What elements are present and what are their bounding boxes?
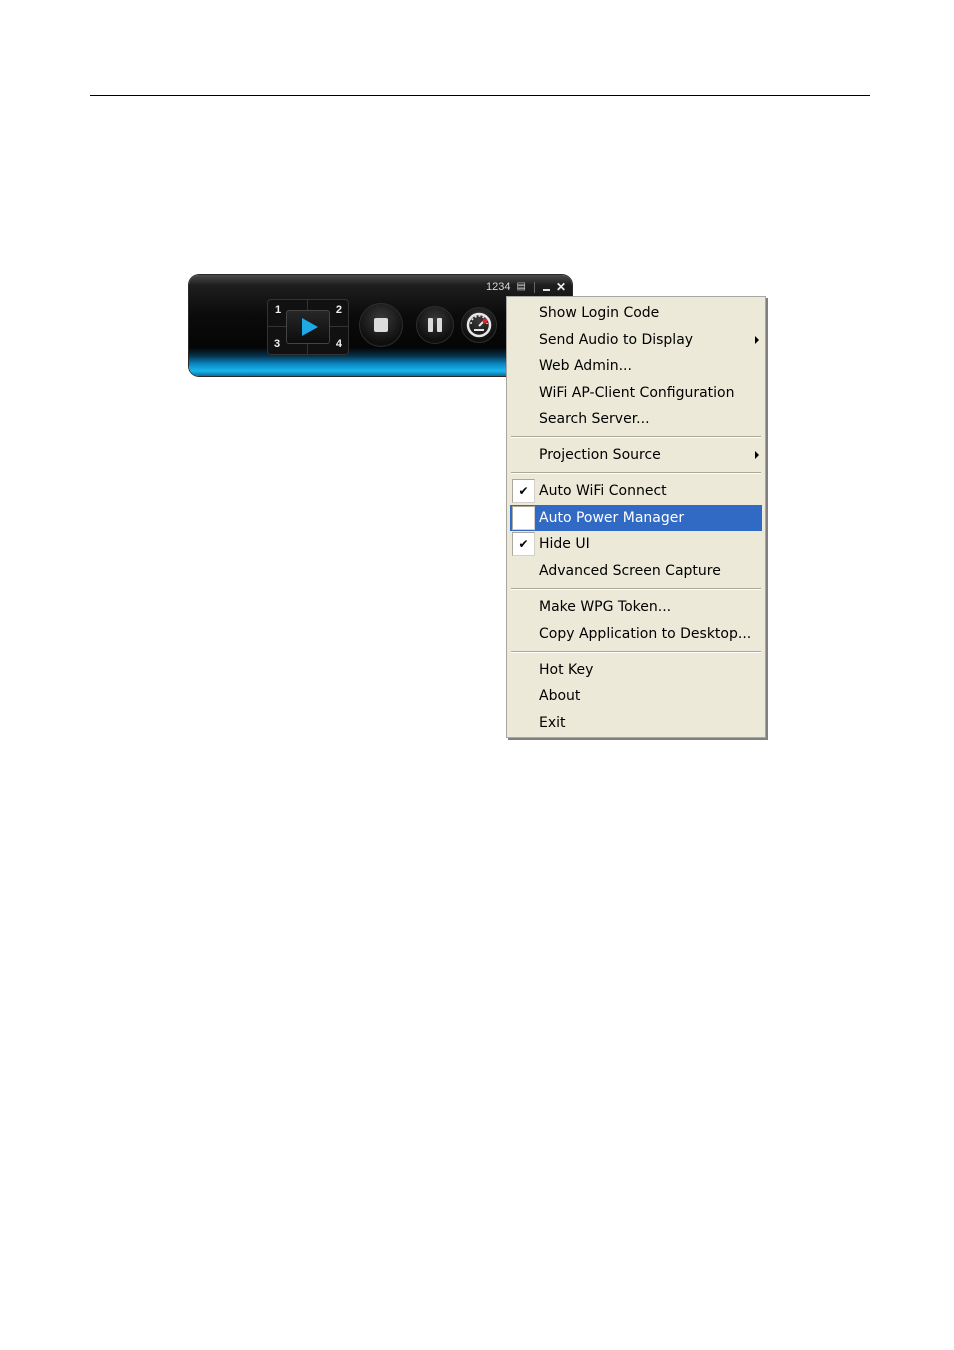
menu-item-search-server[interactable]: Search Server... [510,406,762,432]
quadrant-1-button[interactable]: 1 [275,304,281,316]
player-titlebar: 1234 ▤ ✕ [486,280,566,294]
layout-icon[interactable]: ▤ [516,281,525,293]
menu-item-label: Make WPG Token... [539,599,672,615]
menu-item-label: Auto Power Manager [539,510,685,526]
check-icon: ✔ [512,506,535,530]
quadrant-4-button[interactable]: 4 [336,338,342,350]
menu-item-label: Projection Source [539,447,661,463]
menu-item-label: WiFi AP-Client Configuration [539,385,735,401]
menu-item-label: Web Admin... [539,358,632,374]
quadrant-2-button[interactable]: 2 [336,304,342,316]
stop-button[interactable] [359,303,403,347]
context-menu: Show Login Code Send Audio to Display We… [506,296,766,738]
menu-item-show-login-code[interactable]: Show Login Code [510,300,762,326]
check-icon: ✔ [512,479,535,503]
menu-item-auto-power-manager[interactable]: ✔ Auto Power Manager [510,505,762,531]
menu-item-exit[interactable]: Exit [510,710,762,736]
menu-item-label: Send Audio to Display [539,332,694,348]
menu-separator [511,436,761,438]
menu-item-copy-application[interactable]: Copy Application to Desktop... [510,621,762,647]
pause-button[interactable] [416,306,454,344]
menu-item-label: Show Login Code [539,305,660,321]
menu-item-label: Advanced Screen Capture [539,563,721,579]
menu-item-advanced-screen-capture[interactable]: Advanced Screen Capture [510,558,762,584]
pause-icon [428,318,442,332]
minimize-icon[interactable] [542,289,550,291]
menu-item-label: Copy Application to Desktop... [539,626,752,642]
menu-item-wifi-ap-client[interactable]: WiFi AP-Client Configuration [510,380,762,406]
submenu-arrow-icon [755,451,759,459]
menu-item-label: Hot Key [539,662,594,678]
menu-item-label: Exit [539,715,566,731]
login-code-display: 1234 [486,281,511,293]
close-icon[interactable]: ✕ [556,280,566,294]
menu-separator [511,472,761,474]
menu-item-web-admin[interactable]: Web Admin... [510,353,762,379]
menu-item-auto-wifi-connect[interactable]: ✔ Auto WiFi Connect [510,478,762,504]
settings-button[interactable] [461,307,497,343]
menu-item-hot-key[interactable]: Hot Key [510,657,762,683]
stop-icon [374,318,388,332]
check-icon: ✔ [512,532,535,556]
page-header-rule [90,95,870,96]
menu-item-hide-ui[interactable]: ✔ Hide UI [510,531,762,557]
play-button[interactable] [286,310,330,344]
titlebar-divider [533,281,535,293]
submenu-arrow-icon [755,336,759,344]
menu-separator [511,651,761,653]
menu-item-projection-source[interactable]: Projection Source [510,442,762,468]
gauge-icon [466,312,492,338]
play-icon [301,318,318,336]
menu-item-label: Search Server... [539,411,650,427]
menu-item-make-wpg-token[interactable]: Make WPG Token... [510,594,762,620]
menu-separator [511,588,761,590]
menu-item-about[interactable]: About [510,683,762,709]
menu-item-label: Auto WiFi Connect [539,483,667,499]
menu-item-send-audio[interactable]: Send Audio to Display [510,327,762,353]
split-screen-selector: 1 2 3 4 [267,299,349,355]
menu-item-label: About [539,688,581,704]
quadrant-3-button[interactable]: 3 [274,338,280,350]
menu-item-label: Hide UI [539,536,590,552]
